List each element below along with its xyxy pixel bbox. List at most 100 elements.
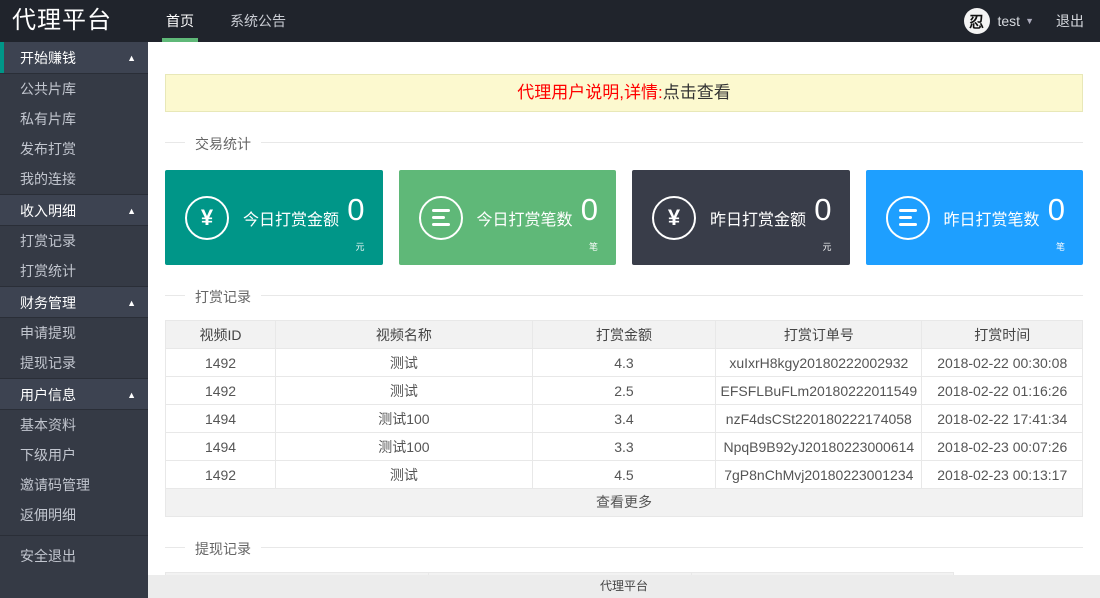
section-rewards: 打赏记录 [165, 295, 1083, 296]
main-content: 代理用户说明,详情:点击查看 交易统计 ¥ 今日打赏金额 0 元 ¥ 今日打赏笔数 0 笔 ¥ 昨… [148, 42, 1100, 575]
page-footer: 代理平台 [148, 575, 1100, 598]
stat-card-unit: 元 [355, 240, 364, 253]
sidebar-item-label: 安全退出 [20, 548, 76, 564]
sidebar-item[interactable]: 打赏记录 [0, 226, 148, 256]
table-cell: 1494 [166, 433, 276, 461]
sidebar-item[interactable]: 我的连接 [0, 164, 148, 194]
chevron-up-icon: ▲ [127, 287, 136, 319]
table-cell: NpqB9B92yJ20180223000614 [716, 433, 922, 461]
notice-banner: 代理用户说明,详情:点击查看 [165, 74, 1083, 112]
user-avatar[interactable]: 忍 [964, 8, 990, 34]
sidebar-group-header[interactable]: 用户信息 ▲ [0, 378, 148, 410]
sidebar-item-label: 返佣明细 [20, 507, 76, 523]
sidebar-item-label: 我的连接 [20, 171, 76, 187]
yen-icon: ¥ [185, 196, 229, 240]
reward-col-header: 视频名称 [276, 321, 533, 349]
sidebar-item[interactable]: 打赏统计 [0, 256, 148, 286]
chevron-up-icon: ▲ [127, 195, 136, 227]
nav-item-首页[interactable]: 首页 [148, 0, 212, 42]
sidebar-item-label: 打赏统计 [20, 263, 76, 279]
stat-card-value: 0 [814, 192, 831, 228]
reward-col-header: 打赏时间 [922, 321, 1083, 349]
notice-detail-link[interactable]: 点击查看 [663, 83, 731, 102]
table-cell: 2018-02-22 01:16:26 [922, 377, 1083, 405]
top-header: 代理平台 首页系统公告 忍 test ▼ 退出 [0, 0, 1100, 42]
chevron-down-icon[interactable]: ▼ [1025, 16, 1034, 26]
stat-card-label: 昨日打赏金额 [710, 206, 806, 230]
reward-table: 视频ID视频名称打赏金额打赏订单号打赏时间 1492测试4.3xuIxrH8kg… [165, 320, 1083, 489]
reward-table-head: 视频ID视频名称打赏金额打赏订单号打赏时间 [166, 321, 1083, 349]
stat-card-label: 今日打赏笔数 [477, 206, 573, 230]
table-cell: 2018-02-23 00:13:17 [922, 461, 1083, 489]
table-cell: 测试 [276, 377, 533, 405]
table-cell: 1492 [166, 377, 276, 405]
table-cell: 3.3 [532, 433, 715, 461]
app-logo: 代理平台 [12, 0, 112, 42]
reward-col-header: 打赏金额 [532, 321, 715, 349]
section-withdrawals-title: 提现记录 [185, 539, 261, 559]
yen-icon: ¥ [652, 196, 696, 240]
stat-card-label: 今日打赏金额 [243, 206, 339, 230]
sidebar-item[interactable]: 发布打赏 [0, 134, 148, 164]
username-label[interactable]: test [998, 13, 1021, 29]
sidebar-group-header[interactable]: 财务管理 ▲ [0, 286, 148, 318]
sidebar-item[interactable]: 返佣明细 [0, 500, 148, 530]
notice-text: 代理用户说明,详情: [517, 83, 662, 102]
section-rewards-title: 打赏记录 [185, 287, 261, 307]
stat-card: ¥今日打赏笔数0笔 [399, 170, 617, 265]
table-row: 1492测试2.5EFSFLBuFLm201802220115492018-02… [166, 377, 1083, 405]
sidebar-item-label: 公共片库 [20, 81, 76, 97]
table-row: 1492测试4.57gP8nChMvj201802230012342018-02… [166, 461, 1083, 489]
sidebar-item-label: 发布打赏 [20, 141, 76, 157]
table-cell: 测试 [276, 461, 533, 489]
sidebar-group-header[interactable]: 收入明细▲ [0, 194, 148, 226]
sidebar-item[interactable]: 基本资料 [0, 410, 148, 440]
sidebar-item-label: 财务管理 [20, 295, 76, 311]
stat-card: ¥ 昨日打赏金额 0 元 [632, 170, 850, 265]
sidebar-item[interactable]: 申请提现 [0, 318, 148, 348]
stat-card-unit: 元 [822, 240, 831, 253]
sidebar-item-label: 用户信息 [20, 387, 76, 403]
stat-card-value: 0 [581, 192, 598, 228]
sidebar-item[interactable]: 提现记录 [0, 348, 148, 378]
table-row: 1494测试1003.4nzF4dsCSt2201802221740582018… [166, 405, 1083, 433]
table-cell: 4.3 [532, 349, 715, 377]
table-cell: 1492 [166, 461, 276, 489]
stat-card: ¥昨日打赏笔数0笔 [866, 170, 1084, 265]
table-cell: 2.5 [532, 377, 715, 405]
sidebar-item[interactable]: 安全退出 [0, 535, 148, 575]
table-cell: 1492 [166, 349, 276, 377]
table-cell: 2018-02-22 00:30:08 [922, 349, 1083, 377]
sidebar: 开始赚钱▲公共片库私有片库发布打赏我的连接收入明细▲打赏记录打赏统计财务管理▲申… [0, 42, 148, 598]
chevron-up-icon: ▲ [127, 379, 136, 411]
section-stats: 交易统计 [165, 142, 1083, 143]
sidebar-group-header[interactable]: 开始赚钱 ▲ [0, 42, 148, 74]
reward-col-header: 视频ID [166, 321, 276, 349]
sidebar-item[interactable]: 邀请码管理 [0, 470, 148, 500]
section-stats-title: 交易统计 [185, 134, 261, 154]
table-cell: 2018-02-23 00:07:26 [922, 433, 1083, 461]
stat-card-label: 昨日打赏笔数 [944, 206, 1040, 230]
user-box: 忍 test ▼ 退出 [964, 0, 1091, 42]
table-cell: 7gP8nChMvj20180223001234 [716, 461, 922, 489]
top-nav: 首页系统公告 [148, 0, 304, 42]
sidebar-item-label: 邀请码管理 [20, 477, 90, 493]
sidebar-item[interactable]: 下级用户 [0, 440, 148, 470]
chevron-up-icon: ▲ [127, 42, 136, 74]
sidebar-item-label: 开始赚钱 [20, 50, 76, 66]
sidebar-item[interactable]: 公共片库 [0, 74, 148, 104]
logout-button[interactable]: 退出 [1056, 11, 1084, 31]
stat-card: ¥今日打赏金额0元 [165, 170, 383, 265]
view-more-button[interactable]: 查看更多 [165, 489, 1083, 517]
table-cell: EFSFLBuFLm20180222011549 [716, 377, 922, 405]
table-row: 1494测试1003.3NpqB9B92yJ201802230006142018… [166, 433, 1083, 461]
stat-card-unit: 笔 [1056, 240, 1065, 253]
nav-item-系统公告[interactable]: 系统公告 [212, 0, 304, 42]
table-cell: 1494 [166, 405, 276, 433]
sidebar-item[interactable]: 私有片库 [0, 104, 148, 134]
table-cell: 2018-02-22 17:41:34 [922, 405, 1083, 433]
stat-card-value: 0 [1048, 192, 1065, 228]
reward-table-body: 1492测试4.3xuIxrH8kgy201802220029322018-02… [166, 349, 1083, 489]
table-cell: 3.4 [532, 405, 715, 433]
stat-card-unit: 笔 [589, 240, 598, 253]
